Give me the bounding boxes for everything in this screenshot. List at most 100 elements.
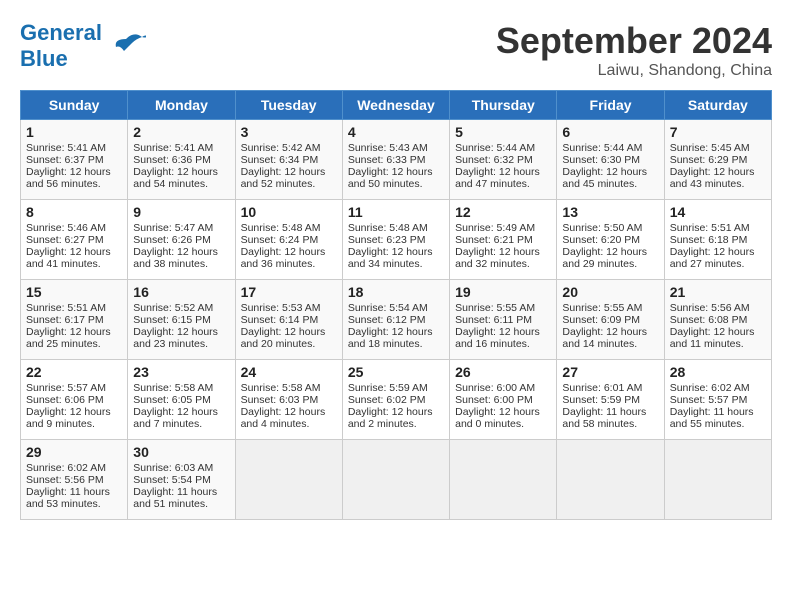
sunrise-text: Sunrise: 5:54 AM xyxy=(348,302,428,314)
sunrise-text: Sunrise: 6:02 AM xyxy=(670,382,750,394)
calendar-cell: 30 Sunrise: 6:03 AM Sunset: 5:54 PM Dayl… xyxy=(128,440,235,520)
daylight-label: Daylight: 12 hours and 32 minutes. xyxy=(455,246,540,270)
sunset-text: Sunset: 6:12 PM xyxy=(348,314,426,326)
sunset-text: Sunset: 6:18 PM xyxy=(670,234,748,246)
sunrise-text: Sunrise: 5:47 AM xyxy=(133,222,213,234)
daylight-label: Daylight: 12 hours and 45 minutes. xyxy=(562,166,647,190)
sunset-text: Sunset: 6:33 PM xyxy=(348,154,426,166)
daylight-label: Daylight: 11 hours and 55 minutes. xyxy=(670,406,754,430)
day-number: 8 xyxy=(26,204,122,220)
calendar-cell: 6 Sunrise: 5:44 AM Sunset: 6:30 PM Dayli… xyxy=(557,120,664,200)
sunrise-text: Sunrise: 5:56 AM xyxy=(670,302,750,314)
logo-text: General Blue xyxy=(20,20,102,72)
sunset-text: Sunset: 6:32 PM xyxy=(455,154,533,166)
calendar-cell: 14 Sunrise: 5:51 AM Sunset: 6:18 PM Dayl… xyxy=(664,200,771,280)
daylight-label: Daylight: 12 hours and 27 minutes. xyxy=(670,246,755,270)
daylight-label: Daylight: 12 hours and 11 minutes. xyxy=(670,326,755,350)
sunset-text: Sunset: 6:03 PM xyxy=(241,394,319,406)
sunset-text: Sunset: 5:56 PM xyxy=(26,474,104,486)
calendar-cell: 29 Sunrise: 6:02 AM Sunset: 5:56 PM Dayl… xyxy=(21,440,128,520)
col-monday: Monday xyxy=(128,91,235,120)
day-number: 12 xyxy=(455,204,551,220)
calendar-cell: 4 Sunrise: 5:43 AM Sunset: 6:33 PM Dayli… xyxy=(342,120,449,200)
col-tuesday: Tuesday xyxy=(235,91,342,120)
calendar-cell: 19 Sunrise: 5:55 AM Sunset: 6:11 PM Dayl… xyxy=(450,280,557,360)
sunset-text: Sunset: 6:26 PM xyxy=(133,234,211,246)
day-number: 10 xyxy=(241,204,337,220)
sunrise-text: Sunrise: 5:45 AM xyxy=(670,142,750,154)
day-number: 30 xyxy=(133,444,229,460)
daylight-label: Daylight: 12 hours and 23 minutes. xyxy=(133,326,218,350)
sunset-text: Sunset: 6:34 PM xyxy=(241,154,319,166)
calendar-cell xyxy=(450,440,557,520)
calendar-cell: 20 Sunrise: 5:55 AM Sunset: 6:09 PM Dayl… xyxy=(557,280,664,360)
daylight-label: Daylight: 11 hours and 51 minutes. xyxy=(133,486,217,510)
day-number: 29 xyxy=(26,444,122,460)
calendar-cell: 9 Sunrise: 5:47 AM Sunset: 6:26 PM Dayli… xyxy=(128,200,235,280)
calendar-cell: 11 Sunrise: 5:48 AM Sunset: 6:23 PM Dayl… xyxy=(342,200,449,280)
daylight-label: Daylight: 12 hours and 4 minutes. xyxy=(241,406,326,430)
sunrise-text: Sunrise: 5:58 AM xyxy=(241,382,321,394)
daylight-label: Daylight: 12 hours and 41 minutes. xyxy=(26,246,111,270)
daylight-label: Daylight: 12 hours and 7 minutes. xyxy=(133,406,218,430)
calendar-cell: 17 Sunrise: 5:53 AM Sunset: 6:14 PM Dayl… xyxy=(235,280,342,360)
sunset-text: Sunset: 6:23 PM xyxy=(348,234,426,246)
calendar-cell: 7 Sunrise: 5:45 AM Sunset: 6:29 PM Dayli… xyxy=(664,120,771,200)
sunset-text: Sunset: 6:30 PM xyxy=(562,154,640,166)
calendar-cell: 8 Sunrise: 5:46 AM Sunset: 6:27 PM Dayli… xyxy=(21,200,128,280)
sunrise-text: Sunrise: 5:52 AM xyxy=(133,302,213,314)
sunset-text: Sunset: 6:20 PM xyxy=(562,234,640,246)
page-header: General Blue September 2024 Laiwu, Shand… xyxy=(20,20,772,80)
daylight-label: Daylight: 12 hours and 16 minutes. xyxy=(455,326,540,350)
calendar-cell: 27 Sunrise: 6:01 AM Sunset: 5:59 PM Dayl… xyxy=(557,360,664,440)
sunrise-text: Sunrise: 5:41 AM xyxy=(26,142,106,154)
day-number: 17 xyxy=(241,284,337,300)
calendar-cell: 24 Sunrise: 5:58 AM Sunset: 6:03 PM Dayl… xyxy=(235,360,342,440)
daylight-label: Daylight: 12 hours and 50 minutes. xyxy=(348,166,433,190)
col-thursday: Thursday xyxy=(450,91,557,120)
sunrise-text: Sunrise: 6:00 AM xyxy=(455,382,535,394)
sunrise-text: Sunrise: 5:53 AM xyxy=(241,302,321,314)
daylight-label: Daylight: 12 hours and 0 minutes. xyxy=(455,406,540,430)
sunrise-text: Sunrise: 5:55 AM xyxy=(562,302,642,314)
calendar-cell: 18 Sunrise: 5:54 AM Sunset: 6:12 PM Dayl… xyxy=(342,280,449,360)
calendar-cell: 3 Sunrise: 5:42 AM Sunset: 6:34 PM Dayli… xyxy=(235,120,342,200)
calendar-cell xyxy=(557,440,664,520)
calendar-cell: 10 Sunrise: 5:48 AM Sunset: 6:24 PM Dayl… xyxy=(235,200,342,280)
sunset-text: Sunset: 6:17 PM xyxy=(26,314,104,326)
sunset-text: Sunset: 6:14 PM xyxy=(241,314,319,326)
daylight-label: Daylight: 12 hours and 54 minutes. xyxy=(133,166,218,190)
calendar-cell xyxy=(342,440,449,520)
sunset-text: Sunset: 6:00 PM xyxy=(455,394,533,406)
calendar-cell: 2 Sunrise: 5:41 AM Sunset: 6:36 PM Dayli… xyxy=(128,120,235,200)
logo: General Blue xyxy=(20,20,146,72)
daylight-label: Daylight: 12 hours and 56 minutes. xyxy=(26,166,111,190)
col-saturday: Saturday xyxy=(664,91,771,120)
sunset-text: Sunset: 5:59 PM xyxy=(562,394,640,406)
calendar-cell: 28 Sunrise: 6:02 AM Sunset: 5:57 PM Dayl… xyxy=(664,360,771,440)
sunrise-text: Sunrise: 5:44 AM xyxy=(455,142,535,154)
sunrise-text: Sunrise: 5:57 AM xyxy=(26,382,106,394)
sunrise-text: Sunrise: 5:50 AM xyxy=(562,222,642,234)
sunrise-text: Sunrise: 5:55 AM xyxy=(455,302,535,314)
daylight-label: Daylight: 12 hours and 18 minutes. xyxy=(348,326,433,350)
logo-bird-icon xyxy=(106,29,146,64)
calendar-week-row: 8 Sunrise: 5:46 AM Sunset: 6:27 PM Dayli… xyxy=(21,200,772,280)
sunrise-text: Sunrise: 6:03 AM xyxy=(133,462,213,474)
sunset-text: Sunset: 6:37 PM xyxy=(26,154,104,166)
daylight-label: Daylight: 12 hours and 9 minutes. xyxy=(26,406,111,430)
day-number: 2 xyxy=(133,124,229,140)
day-number: 9 xyxy=(133,204,229,220)
month-title: September 2024 xyxy=(496,20,772,62)
sunset-text: Sunset: 6:27 PM xyxy=(26,234,104,246)
day-number: 4 xyxy=(348,124,444,140)
sunrise-text: Sunrise: 5:41 AM xyxy=(133,142,213,154)
sunrise-text: Sunrise: 5:51 AM xyxy=(670,222,750,234)
sunrise-text: Sunrise: 5:49 AM xyxy=(455,222,535,234)
day-number: 21 xyxy=(670,284,766,300)
sunrise-text: Sunrise: 5:48 AM xyxy=(348,222,428,234)
calendar-cell: 12 Sunrise: 5:49 AM Sunset: 6:21 PM Dayl… xyxy=(450,200,557,280)
day-number: 1 xyxy=(26,124,122,140)
sunrise-text: Sunrise: 5:48 AM xyxy=(241,222,321,234)
calendar-week-row: 1 Sunrise: 5:41 AM Sunset: 6:37 PM Dayli… xyxy=(21,120,772,200)
